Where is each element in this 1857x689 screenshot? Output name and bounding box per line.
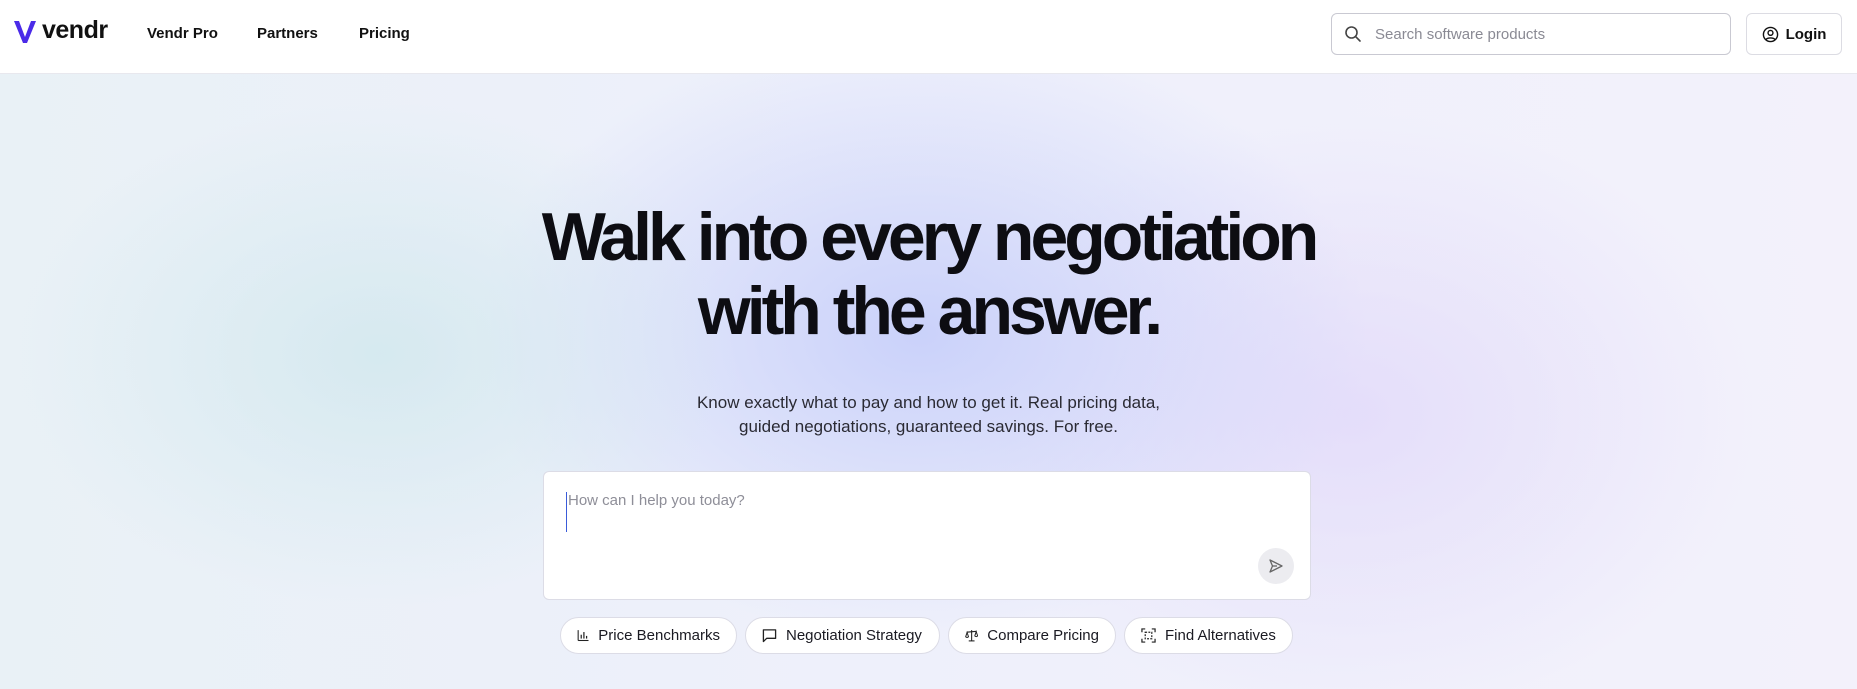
search-icon bbox=[1345, 26, 1361, 42]
prompt-input[interactable] bbox=[566, 492, 1266, 532]
search-box[interactable] bbox=[1331, 13, 1731, 55]
chip-label: Compare Pricing bbox=[987, 627, 1099, 644]
nav-pricing[interactable]: Pricing bbox=[359, 25, 410, 42]
nav-vendr-pro[interactable]: Vendr Pro bbox=[147, 25, 218, 42]
bar-chart-icon bbox=[577, 630, 589, 642]
nav-partners[interactable]: Partners bbox=[257, 25, 318, 42]
vendr-logo[interactable]: vendr bbox=[13, 15, 108, 45]
hero-subtext: Know exactly what to pay and how to get … bbox=[0, 391, 1857, 439]
chip-find-alternatives[interactable]: Find Alternatives bbox=[1124, 617, 1293, 654]
headline-line-2: with the answer. bbox=[697, 273, 1163, 349]
user-circle-icon bbox=[1762, 26, 1778, 42]
chip-label: Negotiation Strategy bbox=[786, 627, 922, 644]
login-button[interactable]: Login bbox=[1746, 13, 1842, 55]
chip-label: Price Benchmarks bbox=[598, 627, 720, 644]
subtext-line-2: guided negotiations, guaranteed savings.… bbox=[739, 417, 1118, 436]
scale-icon bbox=[965, 629, 979, 642]
vendr-v-icon bbox=[14, 21, 36, 43]
login-label: Login bbox=[1785, 25, 1827, 43]
send-button[interactable] bbox=[1258, 548, 1294, 584]
logo-text: vendr bbox=[42, 15, 108, 44]
message-icon bbox=[762, 629, 777, 643]
headline-line-1: Walk into every negotiation bbox=[541, 199, 1320, 275]
top-navigation-bar: vendr Vendr Pro Partners Pricing Login bbox=[0, 0, 1857, 74]
send-icon bbox=[1269, 559, 1283, 573]
chip-negotiation-strategy[interactable]: Negotiation Strategy bbox=[745, 617, 940, 654]
prompt-box bbox=[543, 471, 1311, 600]
chip-label: Find Alternatives bbox=[1165, 627, 1276, 644]
hero-headline: Walk into every negotiation with the ans… bbox=[0, 200, 1857, 348]
subtext-line-1: Know exactly what to pay and how to get … bbox=[696, 393, 1161, 412]
search-input[interactable] bbox=[1375, 25, 1715, 43]
chip-price-benchmarks[interactable]: Price Benchmarks bbox=[560, 617, 737, 654]
chip-compare-pricing[interactable]: Compare Pricing bbox=[948, 617, 1116, 654]
scan-icon bbox=[1141, 628, 1156, 643]
